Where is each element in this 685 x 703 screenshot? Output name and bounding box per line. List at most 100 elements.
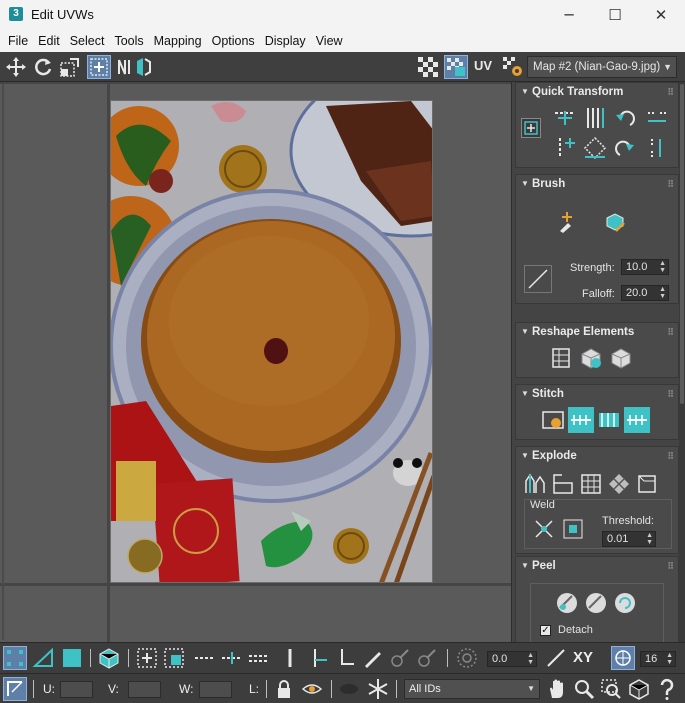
straighten-selection-icon[interactable]: [548, 345, 574, 371]
freeform-mode-icon[interactable]: [87, 55, 111, 79]
snap-spinner[interactable]: 16 ▲ ▼: [640, 651, 676, 667]
threshold-spinner[interactable]: 0.01 ▲ ▼: [602, 531, 656, 547]
menu-mapping[interactable]: Mapping: [149, 30, 207, 52]
edge-mode-icon[interactable]: [32, 646, 56, 670]
menu-options[interactable]: Options: [207, 30, 260, 52]
loop-select-icon[interactable]: [193, 646, 217, 670]
flatten-by-material-icon[interactable]: [634, 471, 660, 497]
maximize-button[interactable]: ☐: [592, 0, 638, 30]
rotate-ccw-icon[interactable]: [612, 105, 638, 131]
loop-shrink-icon[interactable]: [247, 646, 271, 670]
uv-label[interactable]: UV: [474, 58, 492, 73]
set-pivot-icon[interactable]: [521, 118, 541, 138]
u-field[interactable]: [60, 681, 93, 698]
break-by-polygroup-icon[interactable]: [578, 471, 604, 497]
rollout-title: Stitch: [532, 388, 564, 400]
peel-mode-icon[interactable]: [583, 590, 609, 616]
straighten-icon[interactable]: [552, 135, 578, 161]
element-mode-icon[interactable]: [97, 646, 121, 670]
minimize-button[interactable]: ─: [546, 0, 592, 30]
angle-value: 0.0: [492, 653, 508, 665]
ring-shrink-icon[interactable]: [334, 646, 358, 670]
relax-settings-icon[interactable]: [608, 345, 634, 371]
stitch-to-target-icon[interactable]: [624, 407, 650, 433]
rollout-header[interactable]: ▼ Stitch ⠿: [516, 385, 678, 403]
detach-checkbox[interactable]: ✓: [540, 625, 551, 636]
strength-spinner[interactable]: 10.0 ▲ ▼: [621, 259, 669, 275]
paint-select-shrink-icon[interactable]: [415, 646, 439, 670]
pan-hand-icon[interactable]: [545, 677, 569, 701]
stitch-to-source-icon[interactable]: [568, 407, 594, 433]
rollout-header[interactable]: ▼ Explode ⠿: [516, 447, 678, 465]
stitch-custom-icon[interactable]: [540, 407, 566, 433]
paint-move-icon[interactable]: [554, 209, 580, 235]
move-icon[interactable]: [4, 55, 28, 79]
map-dropdown[interactable]: Map #2 (Nian-Gao-9.jpg) ▼: [527, 56, 677, 78]
shrink-selection-icon[interactable]: [162, 646, 186, 670]
close-button[interactable]: ✕: [638, 0, 684, 30]
space-horizontal-icon[interactable]: [644, 105, 670, 131]
mirror-vertical-icon[interactable]: [131, 55, 155, 79]
reset-peel-icon[interactable]: [612, 590, 638, 616]
help-icon[interactable]: [655, 677, 679, 701]
hide-eye-icon[interactable]: [300, 677, 324, 701]
menu-tools[interactable]: Tools: [109, 30, 148, 52]
menu-file[interactable]: File: [3, 30, 33, 52]
falloff-spinner[interactable]: 20.0 ▲ ▼: [621, 285, 669, 301]
checker-map-icon[interactable]: [416, 55, 440, 79]
ring-grow-icon[interactable]: [307, 646, 331, 670]
relax-brush-icon[interactable]: [602, 209, 628, 235]
align-to-edge-icon[interactable]: [582, 135, 608, 161]
align-vertical-icon[interactable]: [582, 105, 608, 131]
rotate-icon[interactable]: [31, 55, 55, 79]
weld-all-selected-icon[interactable]: [560, 516, 586, 542]
paint-select-icon[interactable]: [361, 646, 385, 670]
xy-toggle[interactable]: XY: [573, 649, 593, 666]
lock-icon[interactable]: [272, 677, 296, 701]
grid-snap-icon[interactable]: [611, 646, 635, 670]
rotate-cw-icon[interactable]: [612, 135, 638, 161]
menu-display[interactable]: Display: [260, 30, 311, 52]
w-field[interactable]: [199, 681, 232, 698]
zoom-extents-icon[interactable]: [627, 677, 651, 701]
flatten-by-smoothing-icon[interactable]: [606, 471, 632, 497]
texture-settings-icon[interactable]: [501, 55, 525, 79]
snap-value: 16: [645, 653, 658, 665]
relax-icon[interactable]: [578, 345, 604, 371]
ids-filter-dropdown[interactable]: All IDs ▼: [404, 679, 540, 699]
paint-select-grow-icon[interactable]: [388, 646, 412, 670]
menu-view[interactable]: View: [311, 30, 348, 52]
break-by-material-icon[interactable]: [550, 471, 576, 497]
freeze-icon[interactable]: [366, 677, 390, 701]
menu-select[interactable]: Select: [65, 30, 110, 52]
show-map-icon[interactable]: [444, 55, 468, 79]
ring-select-icon[interactable]: [278, 646, 302, 670]
menu-edit[interactable]: Edit: [33, 30, 65, 52]
v-field[interactable]: [128, 681, 161, 698]
falloff-curve-icon[interactable]: [524, 265, 552, 293]
show-hidden-icon[interactable]: [337, 677, 361, 701]
weld-selected-icon[interactable]: [531, 516, 557, 542]
quick-peel-icon[interactable]: [554, 590, 580, 616]
zoom-icon[interactable]: [572, 677, 596, 701]
rollout-header[interactable]: ▼ Quick Transform ⠿: [516, 83, 678, 101]
angle-spinner[interactable]: 0.0 ▲ ▼: [487, 651, 537, 667]
absolute-offset-icon[interactable]: [3, 677, 27, 701]
edge-distance-icon[interactable]: [544, 646, 568, 670]
break-by-smoothing-icon[interactable]: [522, 471, 548, 497]
scale-icon[interactable]: [58, 55, 82, 79]
polygon-mode-icon[interactable]: [60, 646, 84, 670]
loop-grow-icon[interactable]: [220, 646, 244, 670]
space-vertical-icon[interactable]: [644, 135, 670, 161]
zoom-region-icon[interactable]: [599, 677, 623, 701]
stitch-average-icon[interactable]: [596, 407, 622, 433]
soft-selection-icon[interactable]: [455, 646, 479, 670]
vertex-mode-icon[interactable]: [3, 646, 27, 670]
rollout-header[interactable]: ▼ Brush ⠿: [516, 175, 678, 193]
panel-scrollbar[interactable]: [679, 82, 685, 642]
uv-viewport[interactable]: [0, 82, 511, 642]
align-horizontal-icon[interactable]: [552, 105, 578, 131]
grow-selection-icon[interactable]: [135, 646, 159, 670]
rollout-header[interactable]: ▼ Peel ⠿: [516, 557, 678, 575]
rollout-header[interactable]: ▼ Reshape Elements ⠿: [516, 323, 678, 341]
